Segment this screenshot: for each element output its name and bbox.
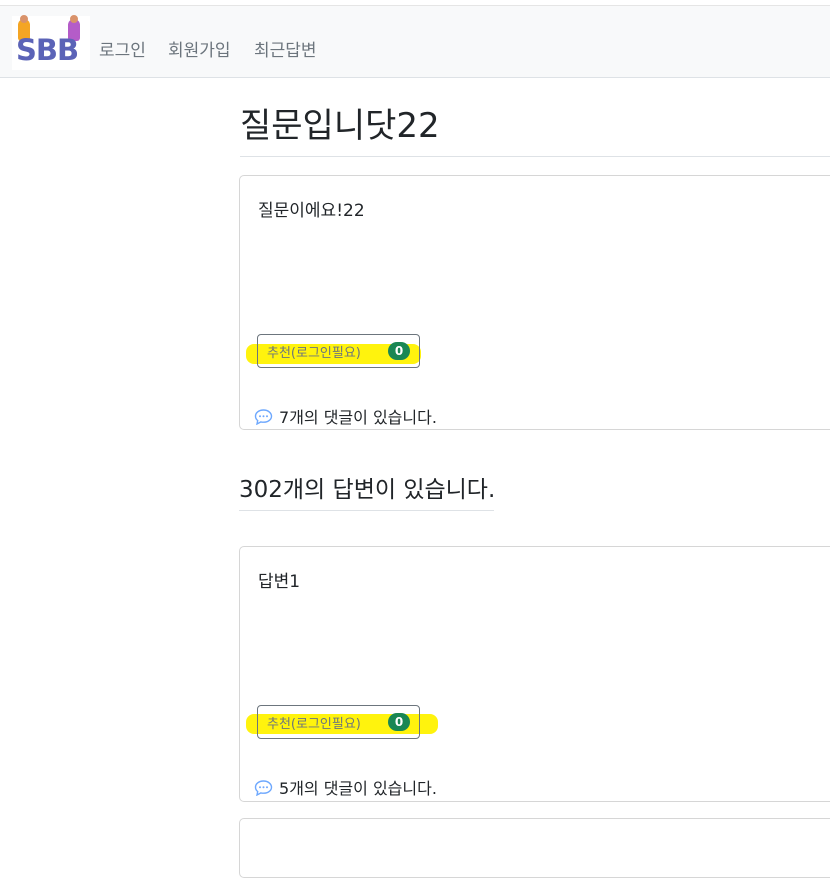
vote-count-badge: 0 [388,713,410,731]
person-head-right [70,15,78,23]
nav-signup-link[interactable]: 회원가입 [168,36,231,61]
vote-label: 추천(로그인필요) [267,346,361,361]
vote-count-badge: 0 [388,342,410,360]
answer-vote-button[interactable]: 추천(로그인필요) 0 [257,705,420,739]
person-head-left [20,15,28,23]
comment-suffix: 개의 댓글이 있습니다. [289,779,437,798]
question-title: 질문입니닷22 [240,106,440,146]
answer-card-next [239,818,830,878]
comment-suffix: 개의 댓글이 있습니다. [289,408,437,427]
answer-comments-link[interactable]: 5개의 댓글이 있습니다. [254,775,437,800]
nav-login-link[interactable]: 로그인 [99,36,146,61]
chat-bubble-icon [254,780,273,800]
answer-content: 답변1 [258,572,301,592]
comment-count: 7 [279,408,290,427]
answers-count-heading: 302개의 답변이 있습니다. [239,477,496,503]
question-comments-link[interactable]: 7개의 댓글이 있습니다. [254,404,437,429]
question-content: 질문이에요!22 [258,201,365,221]
navbar: SBB 로그인 회원가입 최근답변 [0,5,830,78]
comment-count: 5 [279,779,290,798]
answers-divider [239,510,494,511]
chat-bubble-icon [254,409,273,429]
vote-label: 추천(로그인필요) [267,717,361,732]
sbb-logo[interactable]: SBB [12,15,90,70]
nav-recent-answers-link[interactable]: 최근답변 [254,36,317,61]
question-vote-button[interactable]: 추천(로그인필요) 0 [257,334,420,368]
logo-text: SBB [16,33,79,67]
title-divider [240,156,830,157]
question-card: 질문이에요!22 추천(로그인필요) 0 7개의 댓글이 있습니다. [239,175,830,430]
answer-card: 답변1 추천(로그인필요) 0 5개의 댓글이 있습니다. [239,546,830,802]
